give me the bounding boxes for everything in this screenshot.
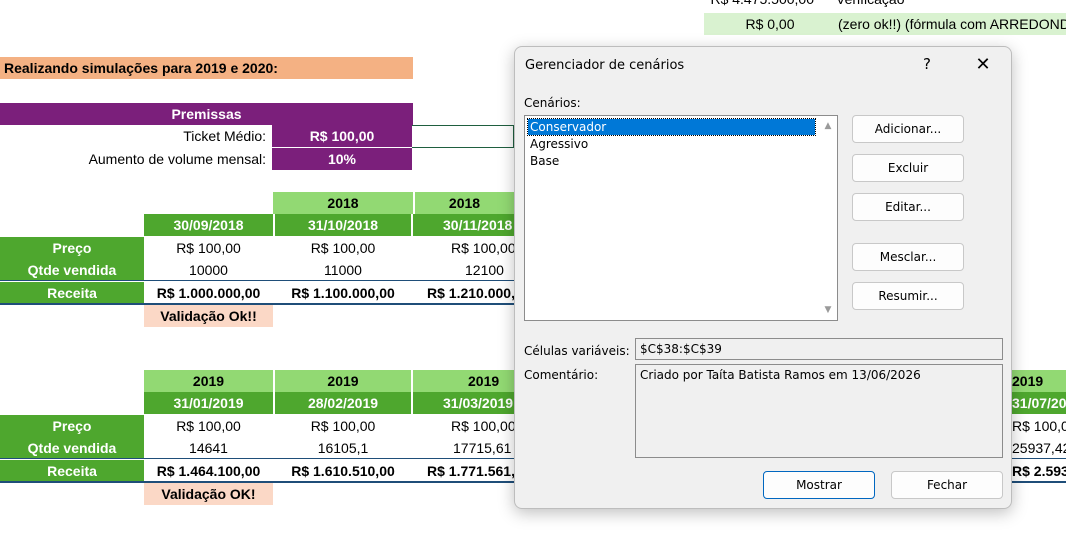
row-label-qtde[interactable]: Qtde vendida [0,259,144,281]
check-value-cell[interactable]: R$ 0,00 [704,13,836,35]
changing-cells-label: Células variáveis: [524,344,630,358]
row-divider [0,280,514,281]
top-value-cell[interactable]: R$ 4.475.500,00 [704,0,814,10]
receita-cell[interactable]: R$ 1.610.510,00 [275,460,411,482]
year-cell[interactable]: 2019 [144,370,273,392]
receita-cell[interactable]: R$ 1.210.000,00 [413,282,514,304]
premissas-header-cell[interactable]: Premissas [0,103,413,125]
row-label-receita[interactable]: Receita [0,460,144,482]
merge-button[interactable]: Mesclar... [852,243,964,271]
date-cell[interactable]: 31/03/2019 [413,392,514,414]
preco-cell[interactable]: R$ 100,00 [144,415,273,437]
qtde-cell[interactable]: 14641 [144,437,273,459]
close-button[interactable]: Fechar [891,471,1003,499]
empty-bordered-cell[interactable] [412,125,514,148]
check-note-cell[interactable]: (zero ok!!) (fórmula com ARREDONDAR) [838,13,1066,35]
scenarios-label: Cenários: [524,96,581,110]
aumento-value-cell[interactable]: 10% [272,148,412,170]
scenario-item-agressivo[interactable]: Agressivo [528,136,815,152]
ticket-value-cell[interactable]: R$ 100,00 [272,125,412,147]
year-cell[interactable]: 2019 [275,370,411,392]
summary-button[interactable]: Resumir... [852,282,964,310]
scroll-down-arrow-icon[interactable]: ▼ [821,303,835,317]
ticket-label-cell[interactable]: Ticket Médio: [0,125,268,147]
top-label-cell[interactable]: Verificação [836,0,1066,10]
add-button[interactable]: Adicionar... [852,115,964,143]
show-button[interactable]: Mostrar [763,471,875,499]
scenario-item-conservador[interactable]: Conservador [527,118,816,136]
qtde-cell[interactable]: 16105,1 [275,437,411,459]
year-cell[interactable]: 2018 [415,192,514,214]
date-cell[interactable]: 30/09/2018 [144,214,273,236]
qtde-cell[interactable]: 17715,61 [413,437,514,459]
qtde-cell[interactable]: 25937,4246 [1012,437,1066,459]
preco-cell[interactable]: R$ 100,00 [144,237,273,259]
preco-cell[interactable]: R$ 100,00 [275,415,411,437]
date-cell[interactable]: 31/10/2018 [275,214,411,236]
date-cell[interactable]: 31/07/2019 [1012,392,1066,414]
close-icon[interactable]: ✕ [970,53,996,79]
receita-cell[interactable]: R$ 2.593.742 [1012,460,1066,482]
year-cell[interactable]: 2019 [413,370,514,392]
comment-label: Comentário: [524,368,599,382]
receita-cell[interactable]: R$ 1.771.561,00 [413,460,514,482]
validacao-cell[interactable]: Validação Ok!! [144,305,273,327]
receita-cell[interactable]: R$ 1.000.000,00 [144,282,273,304]
preco-cell[interactable]: R$ 100,00 [413,237,514,259]
date-cell[interactable]: 30/11/2018 [413,214,514,236]
scenario-item-base[interactable]: Base [528,153,815,169]
dialog-title: Gerenciador de cenários [525,58,685,73]
preco-cell[interactable]: R$ 100,00 [413,415,514,437]
section-title-cell[interactable]: Realizando simulações para 2019 e 2020: [0,57,413,79]
qtde-cell[interactable]: 10000 [144,259,273,281]
aumento-label-cell[interactable]: Aumento de volume mensal: [0,148,268,170]
year-cell[interactable]: 2019 [1012,370,1066,392]
scroll-up-arrow-icon[interactable]: ▲ [821,119,835,133]
changing-cells-field: $C$38:$C$39 [635,338,1003,360]
row-divider [1012,458,1066,459]
receita-cell[interactable]: R$ 1.100.000,00 [275,282,411,304]
qtde-cell[interactable]: 12100 [413,259,514,281]
date-cell[interactable]: 31/01/2019 [144,392,273,414]
preco-cell[interactable]: R$ 100,00 [275,237,411,259]
date-cell[interactable]: 28/02/2019 [275,392,411,414]
row-label-receita[interactable]: Receita [0,282,144,304]
row-divider [1012,481,1066,483]
scenario-manager-dialog: Gerenciador de cenários ? ✕ Cenários: Co… [514,46,1012,509]
row-label-qtde[interactable]: Qtde vendida [0,437,144,459]
year-cell[interactable]: 2018 [273,192,413,214]
help-icon[interactable]: ? [917,55,937,75]
row-divider [0,458,514,459]
qtde-cell[interactable]: 11000 [275,259,411,281]
comment-field: Criado por Taíta Batista Ramos em 13/06/… [635,364,1003,458]
row-label-preco[interactable]: Preço [0,415,144,437]
delete-button[interactable]: Excluir [852,154,964,182]
row-label-preco[interactable]: Preço [0,237,144,259]
edit-button[interactable]: Editar... [852,193,964,221]
preco-cell[interactable]: R$ 100,00 [1012,415,1066,437]
validacao-cell[interactable]: Validação OK! [144,483,273,505]
scenarios-listbox[interactable]: Conservador Agressivo Base ▲ ▼ [524,115,838,321]
receita-cell[interactable]: R$ 1.464.100,00 [144,460,273,482]
